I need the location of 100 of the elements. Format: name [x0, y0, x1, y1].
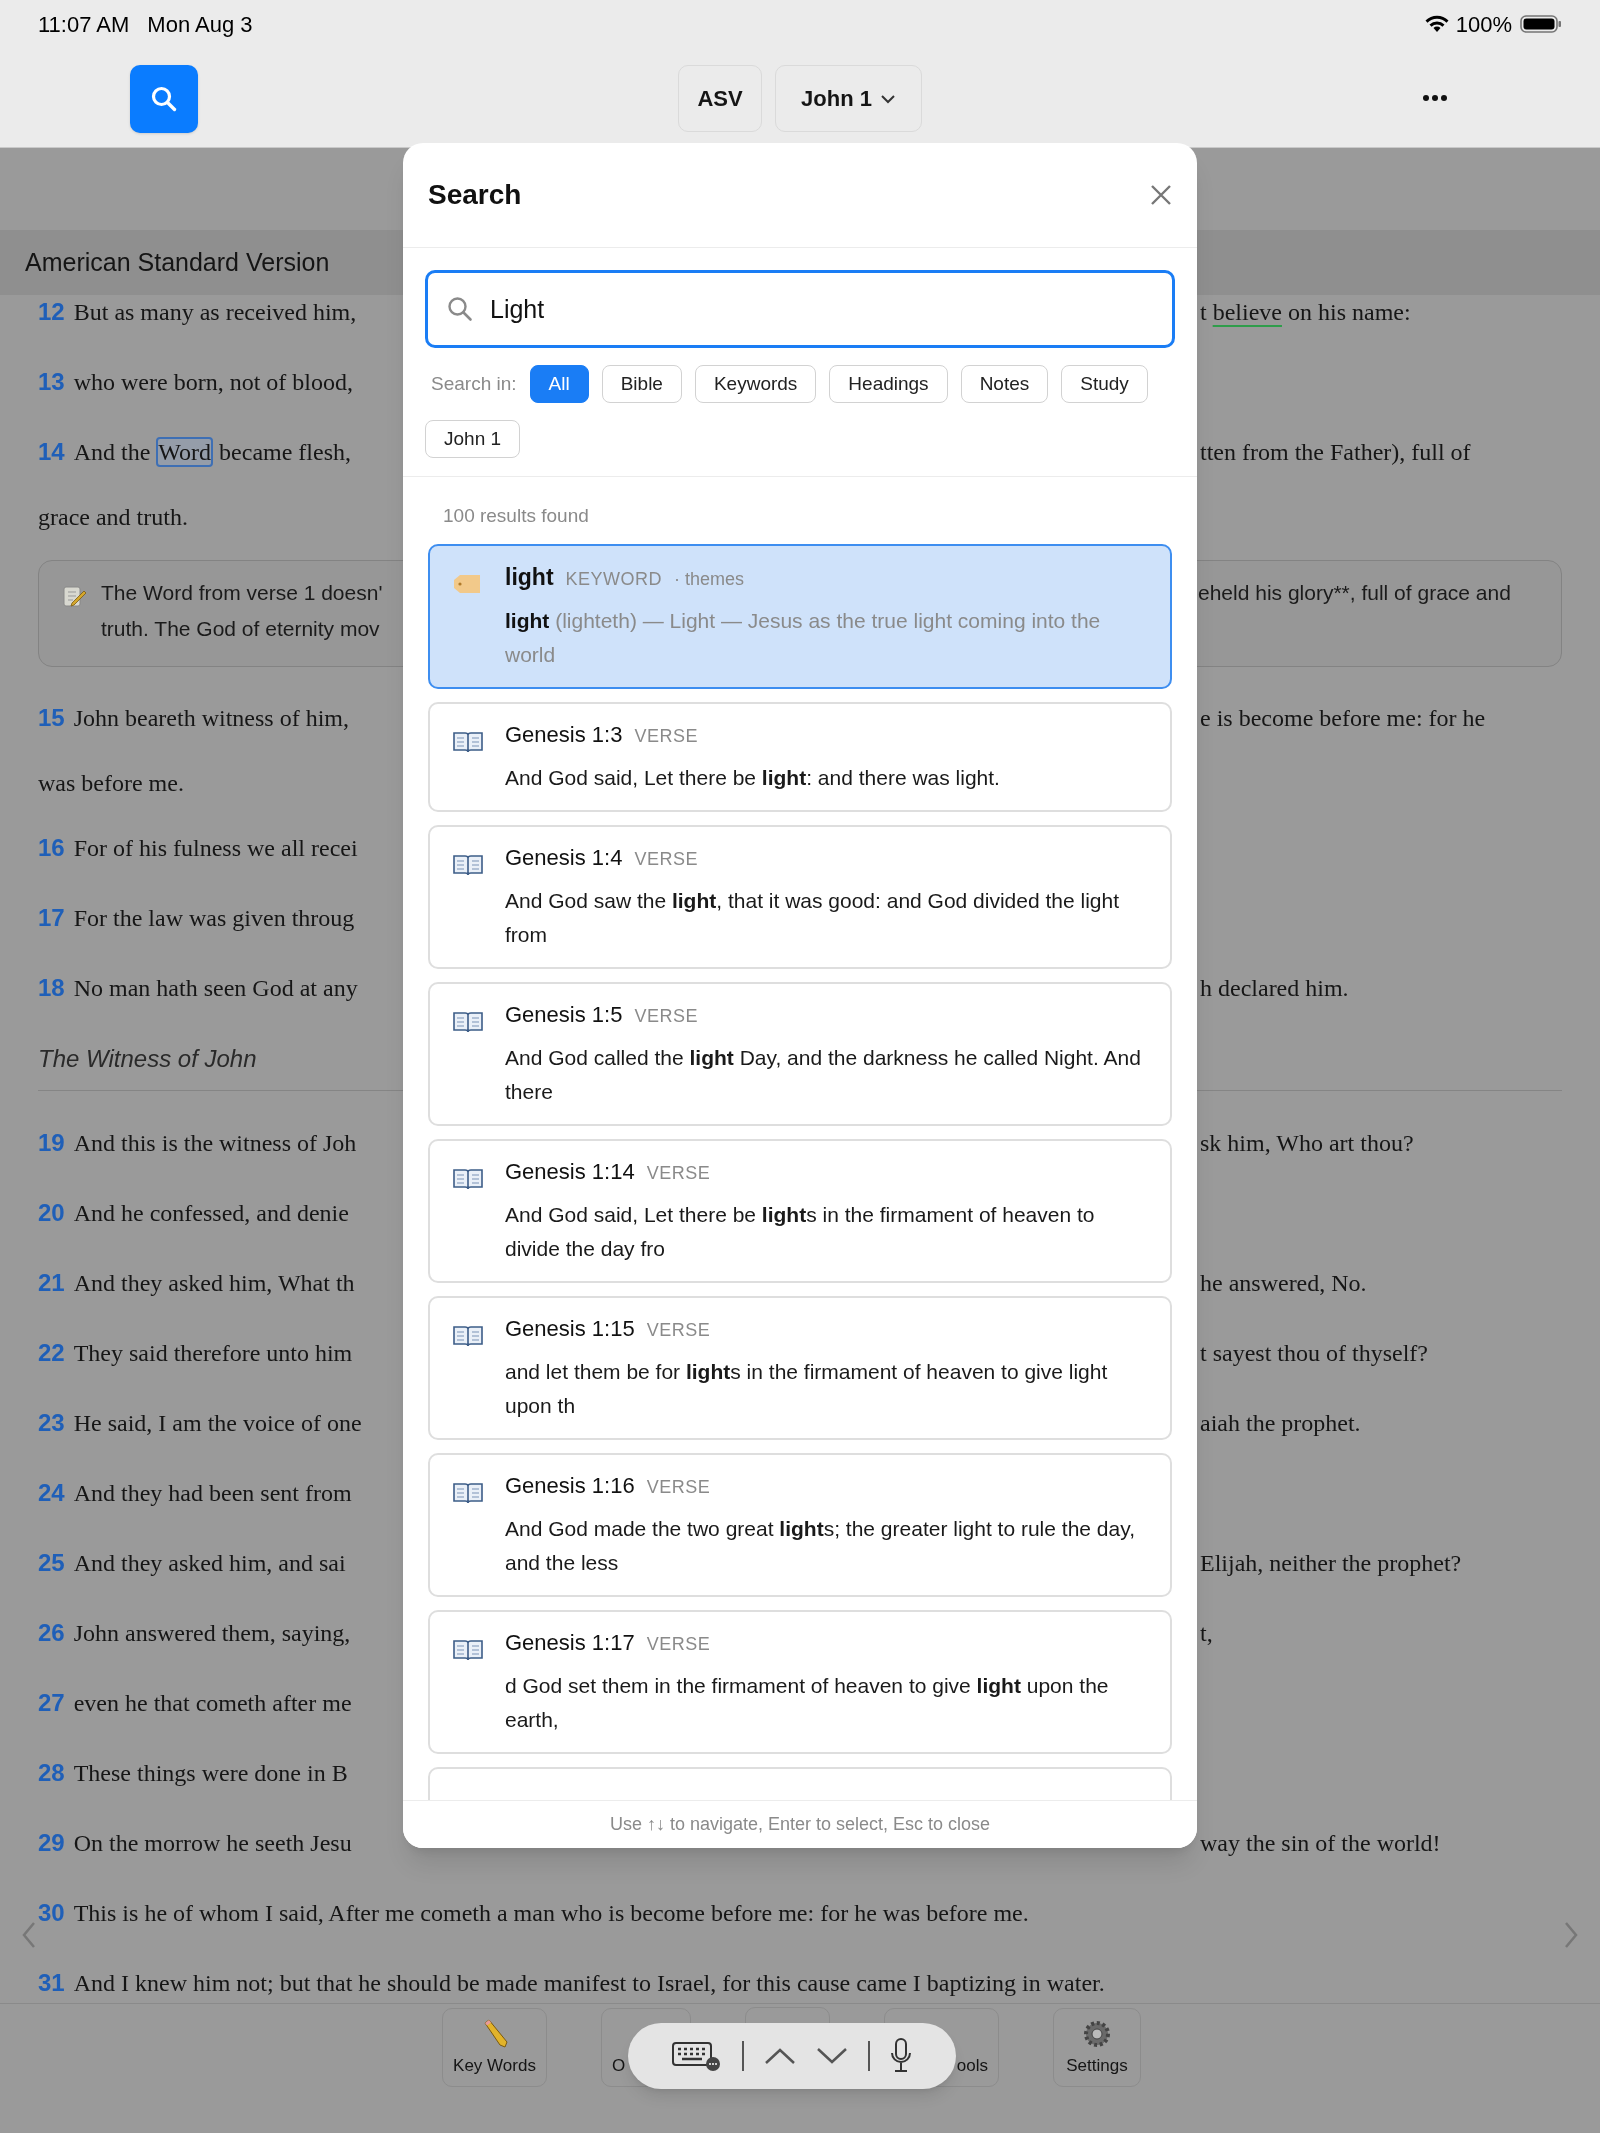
results-count: 100 results found: [443, 504, 590, 528]
result-snippet: And God called the light Day, and the darkness he called Night. And there: [505, 1045, 1142, 1105]
result-title: Genesis 1:17: [505, 1629, 635, 1657]
toolbar-button[interactable]: Settings: [1053, 2008, 1141, 2087]
result-card[interactable]: Genesis 1:14 VERSE And God said, Let there be lights in the firmament of heaven to divide the day fro: [428, 1139, 1172, 1283]
result-card[interactable]: light KEYWORD · themes light (lighteth) — Light — Jesus as the true light coming into the world: [428, 543, 1172, 689]
verse-number: 21: [38, 1268, 65, 1298]
scope-chip[interactable]: John 1: [425, 420, 521, 458]
scope-chip[interactable]: Keywords: [694, 365, 817, 403]
scope-chip[interactable]: Notes: [960, 365, 1049, 403]
verse-number: 25: [38, 1548, 65, 1578]
verse-text: He said, I am the voice of one: [73, 1409, 362, 1438]
result-title: Genesis 1:15: [505, 1315, 635, 1343]
verse-text: And he confessed, and denie: [73, 1199, 349, 1228]
result-title: Genesis 1:4: [505, 844, 623, 872]
result-snippet: And God said, Let there be lights in the firmament of heaven to divide the day fro: [505, 1202, 1096, 1262]
scope-chip[interactable]: Study: [1061, 365, 1148, 403]
dialog-title: Search: [428, 178, 522, 212]
verse-number: 17: [38, 903, 65, 933]
result-title: Genesis 1:5: [505, 1001, 623, 1029]
note-text: truth. The God of eternity mov: [101, 615, 381, 642]
result-snippet: light (lighteth) — Light — Jesus as the true light coming into the world: [505, 608, 1102, 668]
verse-number: 30: [38, 1898, 65, 1928]
verse-text: h declared him.: [1200, 974, 1349, 1003]
result-card[interactable]: Genesis 1:17 VERSE d God set them in the firmament of heaven to give light upon the earth,: [428, 1610, 1172, 1754]
verse-number: 19: [38, 1128, 65, 1158]
verse-text: John beareth witness of him,: [73, 704, 349, 733]
verse-number: 16: [38, 833, 65, 863]
verse-number: 22: [38, 1338, 65, 1368]
verse-text: he answered, No.: [1200, 1269, 1367, 1298]
result-card[interactable]: Genesis 1:3 VERSE And God said, Let there be light: and there was light.: [428, 702, 1172, 812]
verse-text: who were born, not of blood,: [73, 368, 353, 397]
result-card[interactable]: Genesis 1:4 VERSE And God saw the light, that it was good: and God divided the light from: [428, 825, 1172, 969]
verse-text: e is become before me: for he: [1200, 704, 1486, 733]
verse-text: t believe on his name:: [1200, 298, 1411, 327]
result-title: Genesis 1:3: [505, 721, 623, 749]
result-card[interactable]: Genesis 1:16 VERSE And God made the two great lights; the greater light to rule the day, and the less: [428, 1453, 1172, 1597]
verse-number: 27: [38, 1688, 65, 1718]
search-field[interactable]: Light: [425, 270, 1175, 348]
verse-text: This is he of whom I said, After me cometh a man who is become before me: for he was before me.: [73, 1899, 1029, 1928]
result-card[interactable]: Genesis 1:15 VERSE and let them be for lights in the firmament of heaven to give light upon th: [428, 1296, 1172, 1440]
verse-number: 26: [38, 1618, 65, 1648]
verse-number: 13: [38, 367, 65, 397]
verse-text: But as many as received him,: [73, 298, 357, 327]
verse-text: t sayest thou of thyself?: [1200, 1339, 1428, 1368]
result-snippet: and let them be for lights in the firmament of heaven to give light upon th: [505, 1359, 1109, 1419]
result-type: VERSE: [634, 725, 698, 748]
linked-word[interactable]: believe: [1212, 299, 1282, 325]
result-title: Genesis 1:14: [505, 1158, 635, 1186]
scope-chip[interactable]: Bible: [601, 365, 682, 403]
verse-text: On the morrow he seeth Jesu: [73, 1829, 352, 1858]
verse-text: grace and truth.: [38, 503, 188, 532]
verse-number: 14: [38, 437, 65, 467]
verse-text: No man hath seen God at any: [73, 974, 358, 1003]
battery-level: 100%: [1455, 10, 1512, 39]
verse-text: For the law was given throug: [73, 904, 355, 933]
verse-text: tten from the Father), full of: [1200, 438, 1471, 467]
result-meta: · themes: [674, 567, 745, 591]
verse-text: was before me.: [38, 769, 184, 798]
keyboard-hint: Use ↑↓ to navigate, Enter to select, Esc to close: [609, 1813, 991, 1836]
scope-chip[interactable]: Headings: [829, 365, 948, 403]
marked-word[interactable]: Word: [156, 437, 214, 467]
verse-text: These things were done in B: [73, 1759, 348, 1788]
result-type: KEYWORD: [565, 567, 663, 591]
verse-text: And I knew him not; but that he should be made manifest to Israel, for this cause came I baptizing in water.: [73, 1969, 1105, 1998]
verse-number: 29: [38, 1828, 65, 1858]
verse-number: 15: [38, 703, 65, 733]
result-title: Genesis 1:16: [505, 1472, 635, 1500]
verse-number: 12: [38, 297, 65, 327]
translation-button[interactable]: ASV: [678, 65, 762, 132]
verse-text: And they had been sent from: [73, 1479, 352, 1508]
result-snippet: d God set them in the firmament of heaven to give light upon the earth,: [505, 1673, 1110, 1733]
result-card[interactable]: Genesis 1:5 VERSE And God called the light Day, and the darkness he called Night. And there: [428, 982, 1172, 1126]
verse-number: 23: [38, 1408, 65, 1438]
verse-text: way the sin of the world!: [1200, 1829, 1441, 1858]
result-snippet: And God made the two great lights; the greater light to rule the day, and the less: [505, 1516, 1136, 1576]
verse-text: even he that cometh after me: [73, 1689, 352, 1718]
scope-chip[interactable]: All: [529, 365, 589, 403]
result-type: VERSE: [646, 1162, 711, 1185]
version-header: American Standard Version: [25, 246, 330, 278]
status-time: 11:07 AM: [38, 10, 130, 39]
chapter-dropdown[interactable]: John 1: [775, 65, 922, 132]
result-snippet: And God saw the light, that it was good: and God divided the light from: [505, 888, 1121, 948]
verse-text: aiah the prophet.: [1200, 1409, 1361, 1438]
verse-number: 20: [38, 1198, 65, 1228]
scope-label: Search in:: [431, 371, 517, 396]
result-type: VERSE: [646, 1319, 711, 1342]
toolbar-button[interactable]: Key Words: [442, 2008, 547, 2087]
verse-text: Elijah, neither the prophet?: [1200, 1549, 1462, 1578]
verse-number: 28: [38, 1758, 65, 1788]
verse-text: John answered them, saying,: [73, 1619, 351, 1648]
verse-text: And this is the witness of Joh: [73, 1129, 357, 1158]
result-type: VERSE: [634, 848, 698, 871]
verse-number: 24: [38, 1478, 65, 1508]
verse-text: For of his fulness we all recei: [73, 834, 358, 863]
result-type: VERSE: [646, 1633, 711, 1656]
verse-number: 31: [38, 1968, 65, 1998]
result-title: light: [505, 562, 554, 592]
verse-text: And the Word became flesh,: [73, 436, 352, 469]
note-text: eheld his glory**, full of grace and: [1198, 580, 1511, 606]
